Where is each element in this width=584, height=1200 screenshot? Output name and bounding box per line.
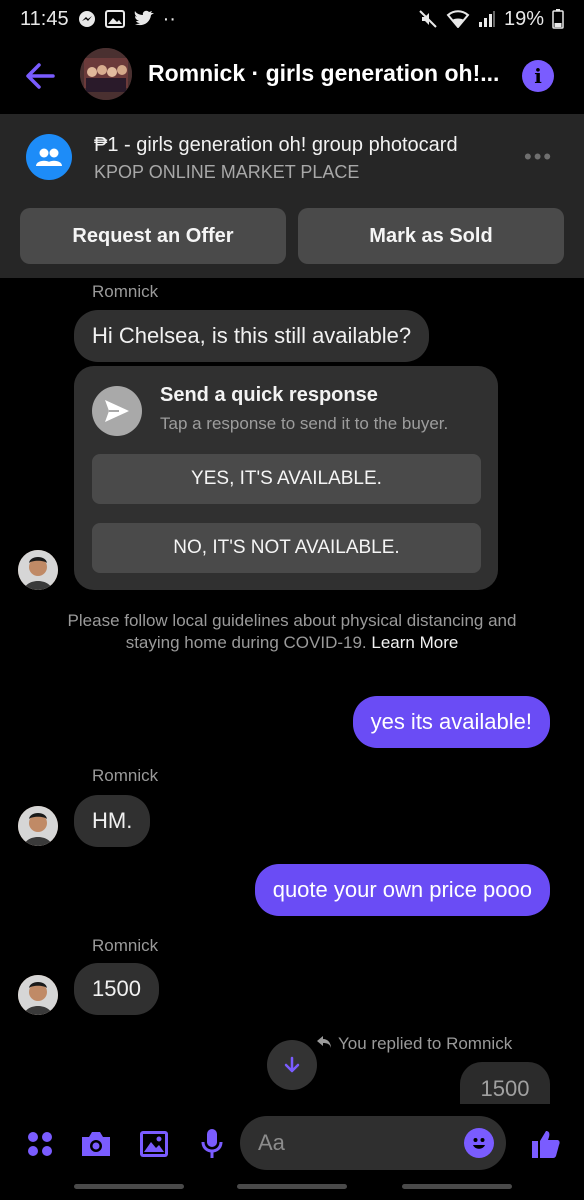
outgoing-message[interactable]: quote your own price pooo: [254, 864, 550, 916]
marketplace-listing-card: ₱1 - girls generation oh! group photocar…: [0, 114, 584, 278]
quick-response-title: Send a quick response: [160, 384, 378, 406]
thumbs-up-icon[interactable]: [526, 1124, 566, 1164]
reply-preview-bubble[interactable]: 1500: [460, 1062, 550, 1104]
nav-segment[interactable]: [74, 1184, 184, 1189]
quick-response-subtitle: Tap a response to send it to the buyer.: [160, 414, 449, 433]
camera-icon[interactable]: [76, 1124, 116, 1164]
message-input-placeholder: Aa: [258, 1130, 285, 1155]
system-navigation-bar: [0, 1184, 584, 1192]
reply-indicator: You replied to Romnick: [316, 1034, 512, 1054]
mark-as-sold-button[interactable]: Mark as Sold: [298, 208, 564, 264]
twitter-notification-icon: [133, 10, 155, 28]
reply-icon: [316, 1034, 332, 1054]
covid-notice: Please follow local guidelines about phy…: [62, 610, 522, 654]
listing-group-name: KPOP ONLINE MARKET PLACE: [94, 162, 360, 182]
request-offer-button[interactable]: Request an Offer: [20, 208, 286, 264]
avatar[interactable]: [18, 806, 58, 846]
avatar[interactable]: [18, 550, 58, 590]
emoji-icon[interactable]: [464, 1128, 494, 1158]
sender-name: Romnick: [92, 282, 159, 301]
group-icon: [26, 134, 72, 180]
nav-segment[interactable]: [402, 1184, 512, 1189]
image-icon[interactable]: [134, 1124, 174, 1164]
info-icon[interactable]: i: [522, 60, 554, 92]
microphone-icon[interactable]: [192, 1124, 232, 1164]
gallery-notification-icon: [104, 10, 125, 28]
status-time: 11:45: [20, 7, 69, 30]
wifi-icon: [446, 10, 470, 28]
conversation-header: Romnick · girls generation oh!... i: [0, 40, 584, 112]
apps-icon[interactable]: [20, 1124, 60, 1164]
back-arrow-icon[interactable]: [22, 58, 58, 94]
signal-icon: [478, 10, 496, 28]
incoming-message[interactable]: Hi Chelsea, is this still available?: [74, 310, 430, 362]
message-composer: Aa: [0, 1104, 584, 1200]
nav-segment[interactable]: [237, 1184, 347, 1189]
send-icon: [92, 386, 142, 436]
message-input[interactable]: Aa: [240, 1116, 506, 1170]
incoming-message[interactable]: 1500: [74, 963, 159, 1015]
not-available-button[interactable]: NO, IT'S NOT AVAILABLE.: [92, 523, 481, 573]
conversation-avatar[interactable]: [80, 48, 132, 100]
arrow-down-icon[interactable]: [267, 1040, 317, 1090]
avatar[interactable]: [18, 975, 58, 1015]
messenger-notification-icon: [77, 9, 97, 29]
incoming-message[interactable]: HM.: [74, 795, 151, 847]
learn-more-link[interactable]: Learn More: [371, 633, 458, 652]
battery-icon: [552, 9, 564, 29]
yes-available-button[interactable]: YES, IT'S AVAILABLE.: [92, 454, 481, 504]
listing-title[interactable]: ₱1 - girls generation oh! group photocar…: [94, 134, 458, 157]
mute-icon: [418, 9, 438, 29]
sender-name: Romnick: [92, 936, 159, 955]
quick-response-card: Send a quick response Tap a response to …: [74, 366, 498, 590]
sender-name: Romnick: [92, 766, 159, 785]
battery-percent: 19%: [503, 7, 544, 30]
status-bar: 11:45 ·· 19%: [0, 0, 584, 38]
outgoing-message[interactable]: yes its available!: [352, 696, 550, 748]
more-icon[interactable]: •••: [524, 144, 553, 170]
status-more-dots: ··: [162, 7, 176, 30]
conversation-title[interactable]: Romnick · girls generation oh!...: [148, 60, 500, 87]
reply-label: You replied to Romnick: [338, 1034, 513, 1053]
